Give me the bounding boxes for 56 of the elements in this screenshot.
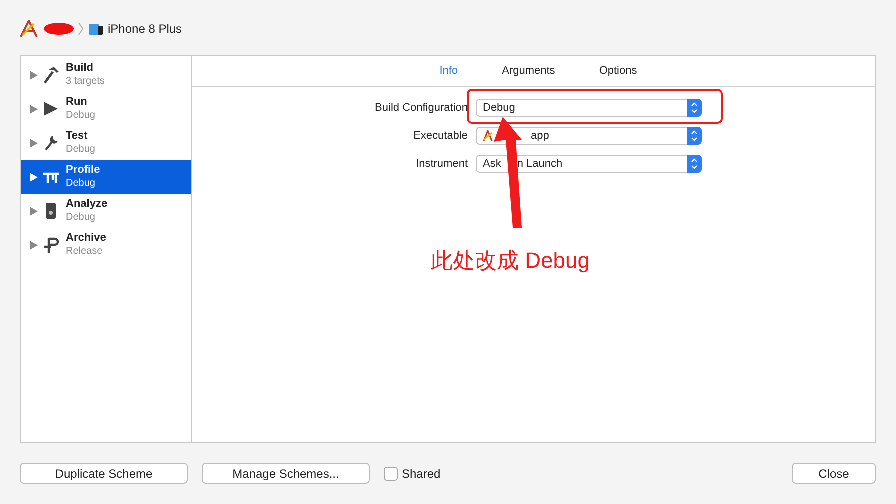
action-title: Test [66,130,89,143]
app-icon [483,130,493,142]
field-label: Instrument [415,158,468,170]
disclosure-triangle-icon[interactable] [30,240,38,250]
app-icon[interactable] [20,20,40,38]
tab[interactable]: Arguments [502,65,556,77]
scheme-action-item[interactable]: Analyze Debug [21,194,191,228]
device-name[interactable]: iPhone 8 Plus [108,22,182,36]
popup-field[interactable]: app [476,127,702,145]
action-title: Profile [66,164,100,177]
popup-field[interactable]: Debug [476,99,702,117]
field-value: Debug [483,102,516,114]
stepper-icon [687,155,702,173]
action-subtitle: Debug [66,109,96,122]
play-icon [42,100,60,118]
scheme-action-item[interactable]: Build 3 targets [21,58,191,92]
action-subtitle: Debug [66,143,96,156]
field-label: Executable [412,130,468,142]
scheme-action-item[interactable]: Run Debug [21,92,191,126]
footer-button[interactable]: Duplicate Scheme [20,463,188,484]
redaction-mark [44,22,74,36]
field-value: Ask [483,158,502,170]
action-title: Analyze [66,198,108,211]
annotation-text: 此处改成 Debug [431,247,590,275]
scheme-action-item[interactable]: Profile Debug [21,160,191,194]
checkbox-label: Shared [402,466,441,480]
wrench-icon [42,134,60,152]
field-value: app [531,130,550,142]
shared-checkbox[interactable] [384,466,398,480]
stepper-icon [687,99,702,117]
action-subtitle: Release [66,245,104,258]
action-subtitle: Debug [66,211,96,224]
tab[interactable]: Options [599,65,638,77]
action-title: Build [66,62,94,75]
close-button[interactable]: Close [792,463,876,484]
chevron-icon [78,22,84,36]
disclosure-triangle-icon[interactable] [30,70,38,80]
disclosure-triangle-icon[interactable] [30,138,38,148]
archive-icon [42,236,60,254]
action-subtitle: Debug [66,177,96,190]
device-icon[interactable] [88,22,104,36]
field-label: Build Configuration [374,102,468,114]
hammer-icon [42,66,60,84]
tab[interactable]: Info [440,65,458,77]
disclosure-triangle-icon[interactable] [30,172,38,182]
scheme-action-item[interactable]: Archive Release [21,228,191,262]
disclosure-triangle-icon[interactable] [30,206,38,216]
action-subtitle: 3 targets [66,75,105,88]
scheme-action-item[interactable]: Test Debug [21,126,191,160]
field-value: n Launch [517,158,563,170]
action-title: Run [66,96,88,109]
stepper-icon [687,127,702,145]
action-title: Archive [66,232,106,245]
footer-button[interactable]: Manage Schemes... [202,463,370,484]
disclosure-triangle-icon[interactable] [30,104,38,114]
popup-field[interactable]: Ask n Launch [476,155,702,173]
